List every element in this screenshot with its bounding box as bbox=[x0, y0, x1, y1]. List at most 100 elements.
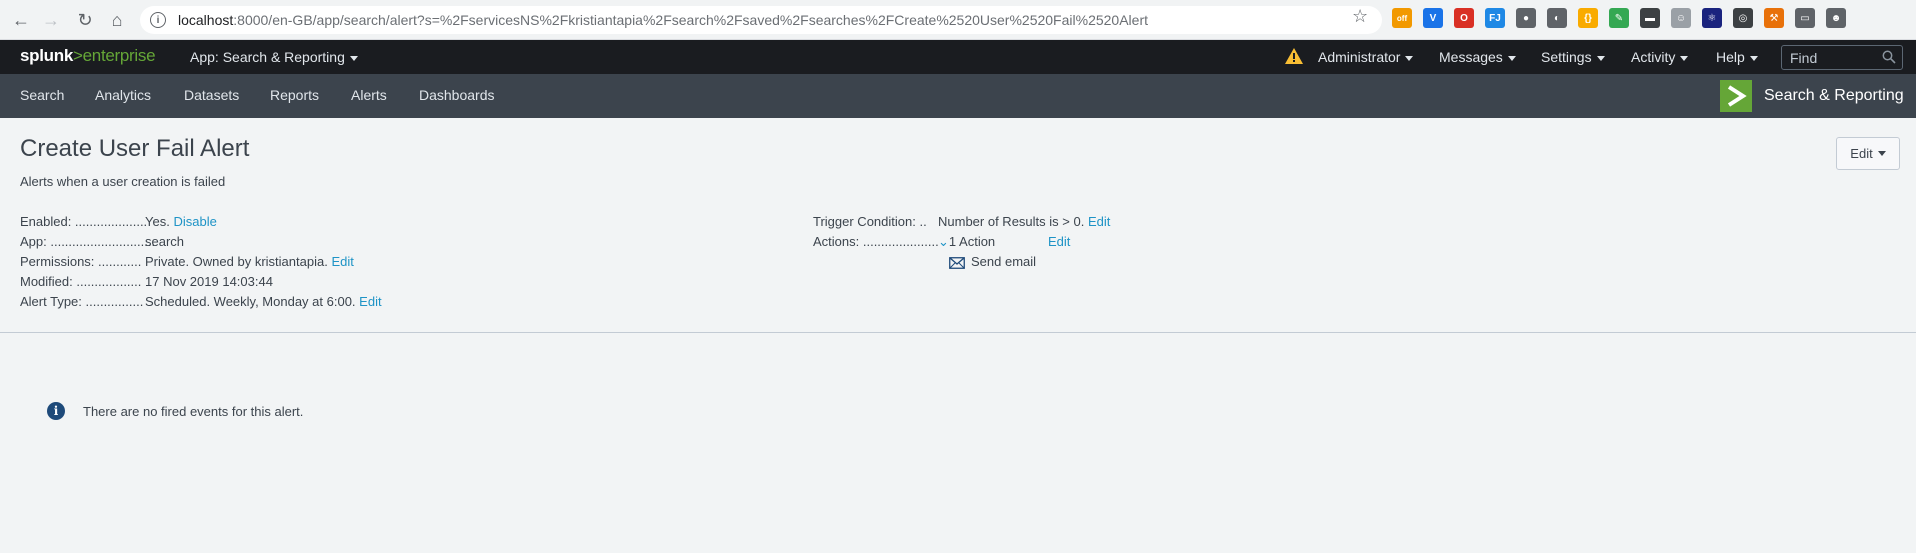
app-logo bbox=[1720, 80, 1752, 112]
reload-icon[interactable]: ↻ bbox=[70, 5, 100, 35]
help-menu[interactable]: Help bbox=[1716, 49, 1758, 65]
detail-label: Alert Type: ................ bbox=[20, 294, 144, 309]
page-description: Alerts when a user creation is failed bbox=[20, 174, 226, 189]
actions-edit-link[interactable]: Edit bbox=[1048, 234, 1070, 250]
disable-link[interactable]: Disable bbox=[173, 214, 216, 229]
extension-icon[interactable]: ⚛ bbox=[1702, 8, 1722, 28]
appbar-item-datasets[interactable]: Datasets bbox=[184, 87, 239, 103]
trigger-value: Number of Results is > 0. bbox=[938, 214, 1085, 229]
extension-icon[interactable]: FJ bbox=[1485, 8, 1505, 28]
detail-label: Trigger Condition: .. bbox=[813, 214, 927, 229]
alert-type-value: Scheduled. Weekly, Monday at 6:00. bbox=[145, 294, 356, 309]
detail-value: Yes. Disable bbox=[145, 214, 217, 230]
app-bar: Search Analytics Datasets Reports Alerts… bbox=[0, 74, 1916, 118]
action-item-send-email: Send email bbox=[949, 254, 1036, 270]
extension-icon[interactable]: ◐ bbox=[1547, 8, 1567, 28]
address-bar[interactable]: i localhost:8000/en-GB/app/search/alert?… bbox=[140, 6, 1382, 34]
back-arrow-icon[interactable]: ← bbox=[6, 5, 36, 35]
chevron-down-icon: ⌄ bbox=[938, 234, 949, 249]
extension-icon[interactable]: off bbox=[1392, 8, 1412, 28]
chevron-down-icon bbox=[1507, 55, 1516, 61]
alert-type-edit-link[interactable]: Edit bbox=[359, 294, 381, 309]
activity-menu[interactable]: Activity bbox=[1631, 49, 1689, 65]
logo-enterprise: enterprise bbox=[82, 46, 156, 65]
app-value: search bbox=[145, 234, 185, 249]
extension-icon[interactable]: ◎ bbox=[1733, 8, 1753, 28]
extension-icon[interactable]: ● bbox=[1516, 8, 1536, 28]
messages-label: Messages bbox=[1439, 49, 1503, 65]
home-icon[interactable]: ⌂ bbox=[102, 5, 132, 35]
administrator-label: Administrator bbox=[1318, 49, 1401, 65]
extension-icon[interactable]: V bbox=[1423, 8, 1443, 28]
detail-label: Permissions: ............ bbox=[20, 254, 142, 269]
chevron-down-icon bbox=[1405, 55, 1414, 61]
no-events-text: There are no fired events for this alert… bbox=[83, 403, 304, 419]
chevron-down-icon bbox=[1749, 55, 1758, 61]
detail-label: Actions: ..................... bbox=[813, 234, 939, 249]
url-host: localhost bbox=[178, 12, 234, 28]
administrator-menu[interactable]: Administrator bbox=[1318, 49, 1414, 65]
send-email-label: Send email bbox=[971, 254, 1037, 269]
settings-label: Settings bbox=[1541, 49, 1592, 65]
detail-value: Scheduled. Weekly, Monday at 6:00. Edit bbox=[145, 294, 382, 310]
page-title: Create User Fail Alert bbox=[20, 135, 250, 162]
extension-icon[interactable]: {} bbox=[1578, 8, 1598, 28]
help-label: Help bbox=[1716, 49, 1745, 65]
actions-value: 1 Action bbox=[948, 234, 996, 249]
extension-icon[interactable]: ▬ bbox=[1640, 8, 1660, 28]
activity-label: Activity bbox=[1631, 49, 1676, 65]
splunk-logo[interactable]: splunk>enterprise bbox=[20, 46, 156, 66]
chevron-down-icon bbox=[1680, 55, 1689, 61]
url-path: :8000/en-GB/app/search/alert?s=%2Fservic… bbox=[233, 12, 1148, 28]
edit-button-label: Edit bbox=[1850, 146, 1873, 161]
enabled-value: Yes. bbox=[145, 214, 170, 229]
detail-value: Number of Results is > 0. Edit bbox=[938, 214, 1110, 230]
no-events-message: i There are no fired events for this ale… bbox=[47, 402, 303, 420]
extensions-tray: off V O FJ ● ◐ {} ✎ ▬ ☺ ⚛ ◎ ⚒ ▭ ☻ bbox=[1392, 8, 1846, 28]
chevron-right-icon bbox=[1727, 85, 1747, 107]
permissions-value: Private. Owned by kristiantapia. bbox=[145, 254, 328, 269]
chevron-down-icon bbox=[1877, 151, 1886, 156]
splunk-topbar: splunk>enterprise App: Search & Reportin… bbox=[0, 40, 1916, 74]
app-title: Search & Reporting bbox=[1764, 87, 1904, 104]
detail-label: App: ............................. bbox=[20, 234, 156, 249]
detail-value: Private. Owned by kristiantapia. Edit bbox=[145, 254, 354, 270]
divider bbox=[0, 332, 1916, 333]
search-icon[interactable] bbox=[1882, 50, 1896, 64]
edit-button[interactable]: Edit bbox=[1836, 137, 1900, 170]
site-info-icon[interactable]: i bbox=[150, 12, 166, 28]
appbar-item-search[interactable]: Search bbox=[20, 87, 64, 103]
find-placeholder: Find bbox=[1790, 49, 1818, 66]
extension-icon[interactable]: ☺ bbox=[1671, 8, 1691, 28]
info-icon: i bbox=[47, 402, 65, 420]
modified-value: 17 Nov 2019 14:03:44 bbox=[145, 274, 273, 289]
actions-toggle[interactable]: ⌄1 Action bbox=[938, 234, 995, 250]
detail-label: Enabled: .................... bbox=[20, 214, 148, 229]
detail-label: Modified: .................. bbox=[20, 274, 142, 289]
forward-arrow-icon[interactable]: → bbox=[36, 5, 66, 35]
appbar-item-analytics[interactable]: Analytics bbox=[95, 87, 151, 103]
appbar-item-reports[interactable]: Reports bbox=[270, 87, 319, 103]
extension-icon[interactable]: O bbox=[1454, 8, 1474, 28]
bookmark-star-icon[interactable]: ☆ bbox=[1352, 6, 1368, 27]
chevron-down-icon bbox=[1596, 55, 1605, 61]
extension-icon[interactable]: ☻ bbox=[1826, 8, 1846, 28]
envelope-icon bbox=[949, 256, 965, 269]
trigger-edit-link[interactable]: Edit bbox=[1088, 214, 1110, 229]
settings-menu[interactable]: Settings bbox=[1541, 49, 1605, 65]
extension-icon[interactable]: ✎ bbox=[1609, 8, 1629, 28]
logo-splunk: splunk bbox=[20, 46, 73, 65]
app-menu[interactable]: App: Search & Reporting bbox=[190, 49, 358, 65]
browser-toolbar: ← → ↻ ⌂ i localhost:8000/en-GB/app/searc… bbox=[0, 0, 1916, 40]
extension-icon[interactable]: ⚒ bbox=[1764, 8, 1784, 28]
permissions-edit-link[interactable]: Edit bbox=[331, 254, 353, 269]
app-menu-label: App: Search & Reporting bbox=[190, 49, 345, 65]
appbar-item-alerts[interactable]: Alerts bbox=[351, 87, 387, 103]
messages-menu[interactable]: Messages bbox=[1439, 49, 1516, 65]
warning-icon[interactable] bbox=[1285, 48, 1303, 64]
find-input[interactable]: Find bbox=[1781, 45, 1903, 70]
appbar-item-dashboards[interactable]: Dashboards bbox=[419, 87, 495, 103]
extension-icon[interactable]: ▭ bbox=[1795, 8, 1815, 28]
logo-gt: > bbox=[73, 46, 83, 65]
chevron-down-icon bbox=[349, 55, 358, 61]
